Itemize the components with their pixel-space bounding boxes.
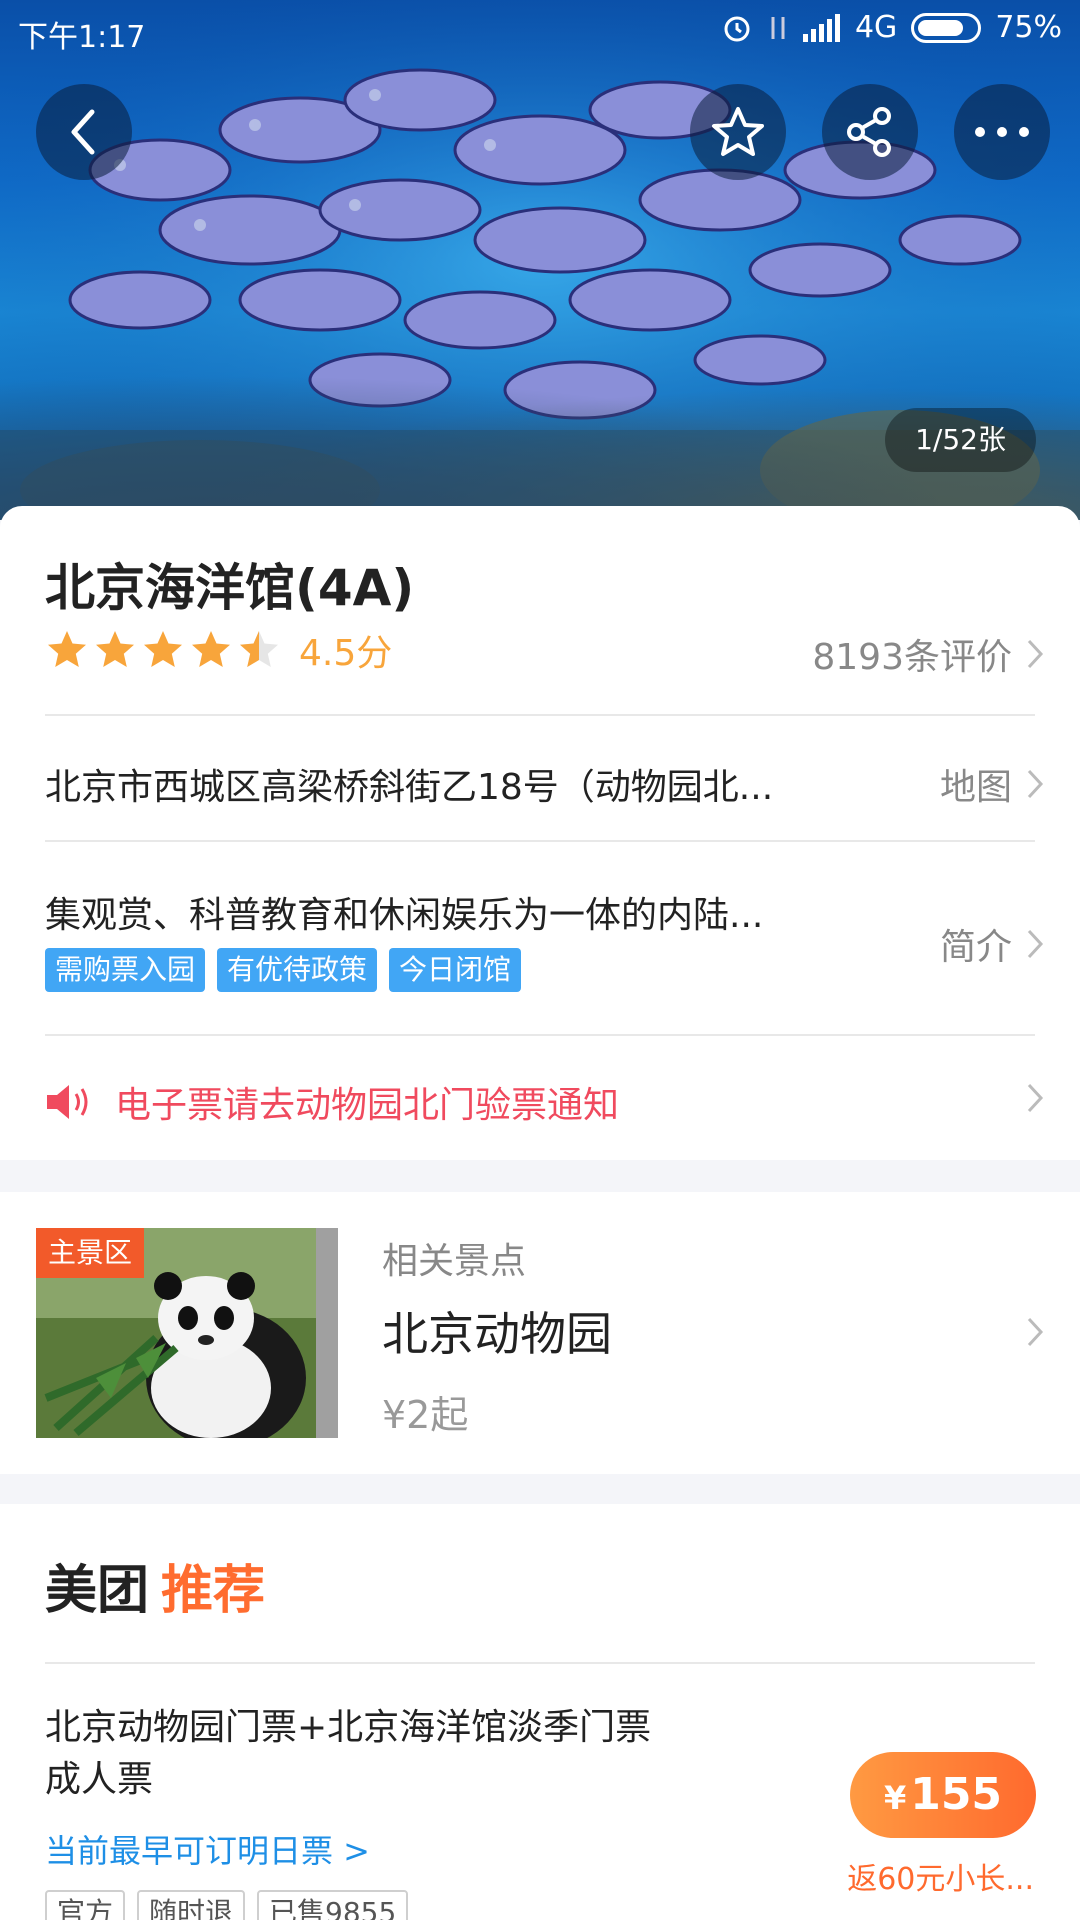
intro-text: 集观赏、科普教育和休闲娱乐为一体的内陆... (45, 895, 764, 936)
chip-official: 官方 (45, 1890, 126, 1920)
divider (45, 714, 1035, 716)
more-button[interactable] (954, 84, 1050, 180)
related-price: ¥2起 (382, 1393, 469, 1437)
reviews-link[interactable]: 8193条评价 (812, 628, 1044, 680)
chevron-right-icon[interactable] (1026, 1082, 1044, 1114)
meituan-recommend: 美团 推荐 北京动物园门票+北京海洋馆淡季门票 成人票 当前最早可订明日票 > 官… (0, 1504, 1080, 1920)
recommend-title: 美团 推荐 (45, 1548, 265, 1623)
deal-title[interactable]: 北京动物园门票+北京海洋馆淡季门票 成人票 (45, 1702, 705, 1806)
price-symbol: ¥ (883, 1779, 907, 1817)
hero-photo[interactable]: 下午1:17 4G 75% 1/52张 (0, 0, 1080, 520)
star-full-icon (96, 631, 134, 667)
chip-refund: 随时退 (137, 1890, 246, 1920)
rating-stars: 4.5分 (45, 624, 392, 676)
tag-list: 需购票入园 有优待政策 今日闭馆 (45, 948, 522, 992)
recommend-title-highlight: 推荐 (161, 1561, 266, 1621)
photo-counter: 1/52张 (885, 408, 1036, 472)
chevron-right-icon (1027, 929, 1044, 959)
intro-link[interactable]: 简介 (940, 918, 1044, 970)
star-full-icon (48, 631, 86, 667)
favorite-button[interactable] (690, 84, 786, 180)
alarm-icon (724, 16, 750, 41)
map-label: 地图 (939, 767, 1012, 808)
deal-title-line: 北京动物园门票+北京海洋馆淡季门票 (45, 1707, 652, 1748)
intro-label: 简介 (939, 927, 1012, 968)
more-dots-icon (975, 127, 1029, 137)
deal-title-line: 成人票 (45, 1759, 154, 1800)
related-thumbnail: 主景区 (36, 1228, 338, 1438)
cashback-text: 返60元小长... (847, 1862, 1034, 1897)
related-subtitle: 相关景点 (382, 1241, 527, 1282)
divider (45, 840, 1035, 842)
star-full-icon (144, 631, 182, 667)
earliest-booking-link[interactable]: 当前最早可订明日票 > (45, 1826, 370, 1872)
recommend-title-brand: 美团 (45, 1561, 150, 1621)
back-arrow-icon (71, 109, 95, 155)
tag: 今日闭馆 (389, 948, 522, 992)
speaker-icon (47, 1085, 88, 1119)
attraction-info-card: 北京海洋馆(4A) 4.5分 8193条评价 北京市西城区高梁桥斜街乙18号（动… (0, 506, 1080, 1160)
address-text: 北京市西城区高梁桥斜街乙18号（动物园北... (45, 767, 774, 808)
battery-level: 75% (995, 10, 1062, 45)
star-full-icon (192, 631, 230, 667)
chevron-right-icon (1027, 769, 1044, 799)
reviews-count: 8193条评价 (812, 637, 1012, 678)
related-name: 北京动物园 (382, 1307, 612, 1361)
network-type: 4G (854, 10, 898, 45)
map-link[interactable]: 地图 (940, 758, 1044, 810)
buy-price-button[interactable]: ¥155 (850, 1752, 1036, 1838)
related-attraction[interactable]: 主景区 相关景点 北京动物园 ¥2起 (0, 1192, 1080, 1474)
back-button[interactable] (36, 84, 132, 180)
attraction-title: 北京海洋馆(4A) (45, 559, 415, 617)
share-icon (847, 107, 891, 157)
deal-chips: 官方 随时退 已售9855 (45, 1890, 409, 1920)
signal-icon (802, 13, 840, 42)
status-bar: 下午1:17 4G 75% (0, 0, 1080, 62)
price-value: 155 (910, 1769, 1003, 1820)
chevron-right-icon (1027, 1317, 1044, 1347)
battery-icon (911, 12, 982, 43)
rating-score: 4.5分 (299, 633, 393, 674)
data-transfer-icon (771, 16, 785, 39)
status-icons: 4G 75% (721, 10, 1062, 45)
share-button[interactable] (822, 84, 918, 180)
divider (45, 1662, 1035, 1664)
tag: 需购票入园 (45, 948, 206, 992)
chevron-right-icon (1027, 639, 1044, 669)
status-time: 下午1:17 (18, 20, 146, 55)
main-area-badge: 主景区 (36, 1228, 145, 1278)
star-half-icon (240, 631, 278, 667)
divider (45, 1034, 1035, 1036)
chip-sold: 已售9855 (257, 1890, 409, 1920)
tag: 有优待政策 (217, 948, 378, 992)
star-outline-icon (712, 107, 764, 156)
notice-text: 电子票请去动物园北门验票通知 (115, 1085, 620, 1126)
notice-bar[interactable]: 电子票请去动物园北门验票通知 (45, 1076, 619, 1128)
